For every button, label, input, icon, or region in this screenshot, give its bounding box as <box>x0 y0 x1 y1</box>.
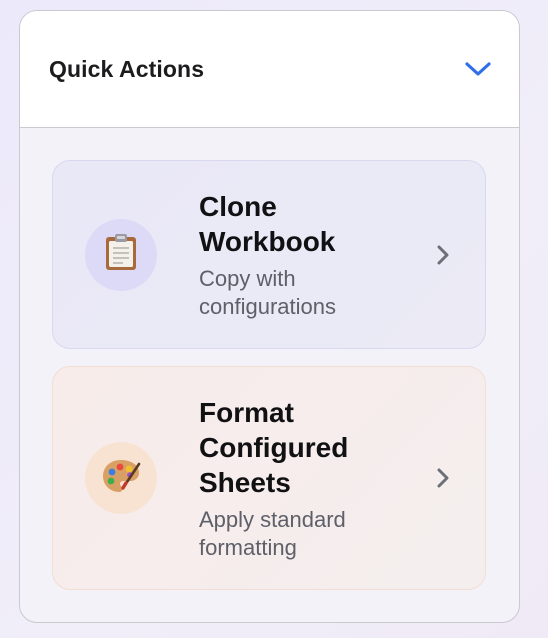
format-sheets-description: Apply standard formatting <box>199 506 431 562</box>
quick-actions-header[interactable]: Quick Actions <box>20 11 519 128</box>
clone-workbook-text: Clone Workbook Copy with configurations <box>199 189 431 321</box>
clone-desc-line-1: Copy with <box>199 265 296 291</box>
palette-icon-badge <box>85 442 157 514</box>
format-title-line-2: Configured <box>199 431 349 463</box>
clone-workbook-description: Copy with configurations <box>199 265 431 321</box>
clone-workbook-button[interactable]: Clone Workbook Copy with configurations <box>52 160 486 349</box>
palette-icon <box>101 458 141 499</box>
format-title-line-1: Format <box>199 396 294 428</box>
panel-title: Quick Actions <box>49 55 205 82</box>
clone-title-line-2: Workbook <box>199 225 336 257</box>
clone-title-line-1: Clone <box>199 190 277 222</box>
format-configured-sheets-button[interactable]: Format Configured Sheets Apply standard … <box>52 366 486 590</box>
format-sheets-title: Format Configured Sheets <box>199 395 431 500</box>
quick-actions-panel: Quick Actions Clone Workbook Copy with c… <box>19 10 520 623</box>
clipboard-icon <box>104 233 138 276</box>
format-sheets-text: Format Configured Sheets Apply standard … <box>199 395 431 562</box>
chevron-right-icon <box>431 466 455 490</box>
format-desc-line-1: Apply standard <box>199 506 346 532</box>
format-desc-line-2: formatting <box>199 534 297 560</box>
clone-desc-line-2: configurations <box>199 293 336 319</box>
clipboard-icon-badge <box>85 218 157 291</box>
format-title-line-3: Sheets <box>199 466 291 498</box>
clone-workbook-title: Clone Workbook <box>199 189 431 259</box>
actions-list: Clone Workbook Copy with configurations <box>20 128 519 590</box>
chevron-down-icon[interactable] <box>464 59 492 79</box>
chevron-right-icon <box>431 243 455 267</box>
